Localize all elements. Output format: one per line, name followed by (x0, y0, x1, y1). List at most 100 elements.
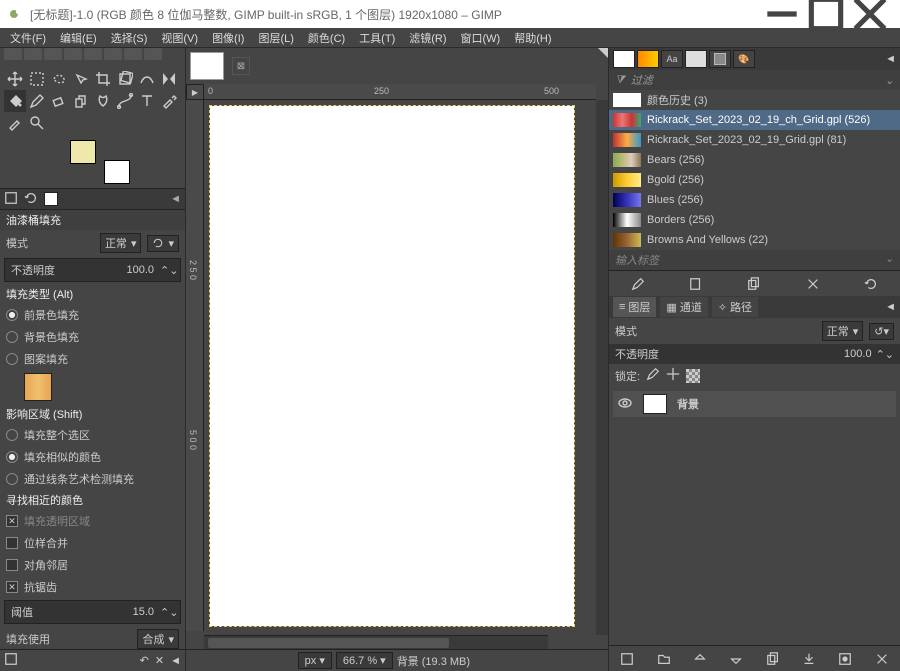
reset-preset-icon[interactable]: ◄ (170, 655, 181, 667)
save-preset-icon[interactable] (4, 652, 18, 669)
flip-tool-icon[interactable] (158, 68, 180, 90)
fg-bg-color-picker[interactable] (70, 140, 130, 184)
gradients-tab-icon[interactable] (709, 50, 731, 68)
smudge-tool-icon[interactable] (92, 90, 114, 112)
threshold-value[interactable]: 15.0 (133, 606, 154, 618)
history-tab-icon[interactable] (685, 50, 707, 68)
refresh-palette-icon[interactable] (861, 274, 881, 294)
fuzzy-select-tool-icon[interactable] (70, 68, 92, 90)
palette-tag-input[interactable]: 输入标签 (615, 252, 659, 268)
filter-input[interactable]: 过滤 (631, 72, 653, 88)
dock-corner-icon[interactable] (598, 48, 608, 58)
zoom-dropdown[interactable]: 66.7 % ▾ (336, 652, 393, 669)
mypaint-tab-icon[interactable]: 🎨 (733, 50, 755, 68)
raise-layer-icon[interactable] (690, 649, 710, 669)
layer-mode-reset-icon[interactable]: ↺▾ (869, 323, 894, 340)
menu-colors[interactable]: 颜色(C) (302, 28, 351, 48)
channels-tab[interactable]: ▦通道 (660, 297, 707, 317)
color-picker-tool-icon[interactable] (4, 112, 26, 134)
duplicate-palette-icon[interactable] (744, 274, 764, 294)
image-canvas[interactable] (210, 106, 574, 626)
vertical-scrollbar[interactable] (596, 100, 608, 635)
fonts-tab-icon[interactable]: Aa (661, 50, 683, 68)
rect-select-tool-icon[interactable] (26, 68, 48, 90)
fg-swatch-icon[interactable] (44, 192, 58, 206)
layer-visibility-icon[interactable] (617, 395, 633, 414)
edit-palette-icon[interactable] (628, 274, 648, 294)
new-palette-icon[interactable] (686, 274, 706, 294)
horizontal-scrollbar[interactable] (204, 635, 548, 649)
affect-similar-radio[interactable] (6, 451, 18, 463)
delete-preset-icon[interactable]: ✕ (155, 654, 164, 667)
ruler-origin-icon[interactable]: ▶ (186, 84, 204, 100)
lock-pixels-icon[interactable] (646, 367, 660, 384)
fill-fg-radio[interactable] (6, 309, 18, 321)
move-tool-icon[interactable] (4, 68, 26, 90)
layers-tab[interactable]: ≡图层 (613, 297, 656, 317)
mode-reset-button[interactable]: ▾ (147, 235, 179, 252)
duplicate-layer-icon[interactable] (763, 649, 783, 669)
menu-image[interactable]: 图像(I) (206, 28, 250, 48)
layer-thumbnail[interactable] (643, 394, 667, 414)
horizontal-ruler[interactable]: 0 250 500 (204, 84, 596, 100)
brushes-tab-icon[interactable] (613, 50, 635, 68)
dock-menu-icon[interactable]: ◄ (170, 193, 181, 205)
layer-mode-dropdown[interactable]: 正常▾ (822, 321, 864, 341)
lock-alpha-icon[interactable] (686, 369, 700, 383)
mask-layer-icon[interactable] (835, 649, 855, 669)
maximize-button[interactable] (804, 0, 848, 28)
menu-windows[interactable]: 窗口(W) (455, 28, 507, 48)
menu-edit[interactable]: 编辑(E) (54, 28, 103, 48)
zoom-tool-icon[interactable] (26, 112, 48, 134)
undo-history-tab-icon[interactable] (24, 191, 38, 208)
antialias-check[interactable] (6, 581, 18, 593)
path-tool-icon[interactable] (114, 90, 136, 112)
delete-palette-icon[interactable] (803, 274, 823, 294)
fill-bg-radio[interactable] (6, 331, 18, 343)
menu-file[interactable]: 文件(F) (4, 28, 52, 48)
diagonal-check[interactable] (6, 559, 18, 571)
paths-tab[interactable]: ✧路径 (712, 297, 758, 317)
dock-menu-right-icon[interactable]: ◄ (885, 53, 896, 65)
layers-dock-menu-icon[interactable]: ◄ (885, 301, 896, 313)
sample-merged-check[interactable] (6, 537, 18, 549)
eyedropper-tool-icon[interactable] (158, 90, 180, 112)
new-layer-icon[interactable] (617, 649, 637, 669)
bg-color-swatch[interactable] (104, 160, 130, 184)
lock-position-icon[interactable] (666, 367, 680, 384)
pattern-swatch[interactable] (24, 373, 52, 401)
bucket-fill-tool-icon[interactable] (4, 90, 26, 112)
lower-layer-icon[interactable] (726, 649, 746, 669)
restore-preset-icon[interactable]: ↶ (140, 654, 149, 667)
unit-dropdown[interactable]: px ▾ (298, 652, 332, 669)
layer-row[interactable]: 背景 (613, 391, 896, 417)
opacity-value[interactable]: 100.0 (126, 264, 154, 276)
rotate-tool-icon[interactable] (114, 68, 136, 90)
menu-view[interactable]: 视图(V) (155, 28, 204, 48)
layer-name[interactable]: 背景 (677, 396, 699, 412)
fill-pattern-radio[interactable] (6, 353, 18, 365)
close-button[interactable] (848, 0, 892, 28)
fg-color-swatch[interactable] (70, 140, 96, 164)
affect-lineart-radio[interactable] (6, 473, 18, 485)
affect-whole-radio[interactable] (6, 429, 18, 441)
tool-options-tab-icon[interactable] (4, 191, 18, 208)
menu-filters[interactable]: 滤镜(R) (403, 28, 452, 48)
menu-help[interactable]: 帮助(H) (508, 28, 557, 48)
palettes-tab-icon[interactable] (637, 50, 659, 68)
image-tab[interactable] (190, 52, 224, 80)
image-tab-close-icon[interactable]: ⊠ (232, 57, 250, 75)
crop-tool-icon[interactable] (92, 68, 114, 90)
new-group-icon[interactable] (654, 649, 674, 669)
clone-tool-icon[interactable] (70, 90, 92, 112)
mode-dropdown[interactable]: 正常▾ (100, 233, 142, 253)
tag-expand-icon[interactable]: ⌄ (885, 252, 894, 268)
warp-tool-icon[interactable] (136, 68, 158, 90)
fillby-dropdown[interactable]: 合成▾ (137, 629, 179, 649)
delete-layer-icon[interactable] (872, 649, 892, 669)
menu-tools[interactable]: 工具(T) (353, 28, 401, 48)
opacity-spinner[interactable]: ⌃⌄ (160, 264, 174, 277)
fill-transparent-check[interactable] (6, 515, 18, 527)
filter-expand-icon[interactable]: ⌄ (885, 74, 894, 87)
eraser-tool-icon[interactable] (48, 90, 70, 112)
